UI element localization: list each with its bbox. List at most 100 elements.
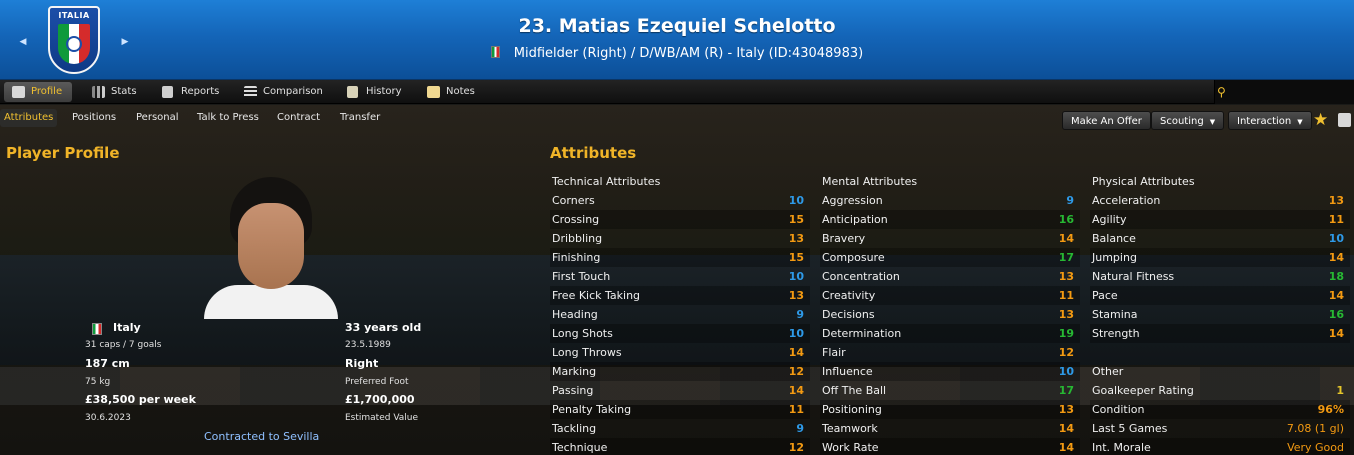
attribute-row[interactable]: Concentration 13 xyxy=(820,267,1080,286)
profile-content: Attributes Positions Personal Talk to Pr… xyxy=(0,105,1354,455)
contracted-club-link[interactable]: Contracted to Sevilla xyxy=(204,430,319,443)
attribute-row[interactable]: Goalkeeper Rating 1 xyxy=(1090,381,1350,400)
attribute-row[interactable]: Pace 14 xyxy=(1090,286,1350,305)
attribute-value: 13 xyxy=(788,289,804,302)
attribute-value: 13 xyxy=(788,232,804,245)
tab-comparison[interactable]: Comparison xyxy=(236,82,323,102)
scouting-dropdown[interactable]: Scouting ▼ xyxy=(1151,111,1225,130)
attribute-name: Stamina xyxy=(1092,308,1138,321)
tab-profile[interactable]: Profile xyxy=(4,82,73,102)
attribute-value: 11 xyxy=(1328,213,1344,226)
height: 187 cm xyxy=(85,357,130,370)
subtab-positions[interactable]: Positions xyxy=(72,109,116,127)
attribute-row[interactable]: Influence 10 xyxy=(820,362,1080,381)
attribute-row[interactable]: Teamwork 14 xyxy=(820,419,1080,438)
attribute-row[interactable]: Penalty Taking 11 xyxy=(550,400,810,419)
technical-attributes-column: Technical Attributes Corners 10 Crossing 15… xyxy=(550,172,810,455)
interaction-dropdown[interactable]: Interaction ▼ xyxy=(1228,111,1312,130)
attribute-row[interactable]: Natural Fitness 18 xyxy=(1090,267,1350,286)
comparison-icon xyxy=(244,86,257,98)
attribute-value: 10 xyxy=(788,270,804,283)
attribute-name: Penalty Taking xyxy=(552,403,632,416)
attribute-row[interactable]: Last 5 Games 7.08 (1 gl) xyxy=(1090,419,1350,438)
subtab-transfer[interactable]: Transfer xyxy=(340,109,380,127)
main-tab-bar: Profile Stats Reports Comparison History… xyxy=(0,80,1354,104)
search-input[interactable]: ⚲ xyxy=(1214,80,1354,104)
attribute-value: 9 xyxy=(796,422,804,435)
notes-icon[interactable] xyxy=(1338,113,1351,127)
reports-document-icon xyxy=(162,86,173,98)
attribute-row[interactable]: Balance 10 xyxy=(1090,229,1350,248)
attribute-row[interactable]: Anticipation 16 xyxy=(820,210,1080,229)
attribute-name: Strength xyxy=(1092,327,1140,340)
attribute-value: 10 xyxy=(788,327,804,340)
tab-label: Comparison xyxy=(263,86,323,97)
attribute-row[interactable]: Aggression 9 xyxy=(820,191,1080,210)
shortlist-star-icon[interactable]: ★ xyxy=(1313,110,1328,130)
attribute-row[interactable]: Positioning 13 xyxy=(820,400,1080,419)
subtab-personal[interactable]: Personal xyxy=(136,109,179,127)
attribute-row[interactable]: Technique 12 xyxy=(550,438,810,455)
attribute-name: Composure xyxy=(822,251,885,264)
player-position-line: Midfielder (Right) / D/WB/AM (R) - Italy… xyxy=(513,46,864,61)
attribute-row[interactable]: Corners 10 xyxy=(550,191,810,210)
attribute-value: 10 xyxy=(1058,365,1074,378)
subtab-talk-to-press[interactable]: Talk to Press xyxy=(197,109,259,127)
attribute-row[interactable]: Composure 17 xyxy=(820,248,1080,267)
attribute-name: Work Rate xyxy=(822,441,879,454)
attribute-name: Last 5 Games xyxy=(1092,422,1168,435)
attribute-row[interactable]: Off The Ball 17 xyxy=(820,381,1080,400)
attribute-name: Marking xyxy=(552,365,597,378)
tab-stats[interactable]: Stats xyxy=(84,82,137,102)
attribute-row[interactable]: First Touch 10 xyxy=(550,267,810,286)
attribute-row[interactable]: Acceleration 13 xyxy=(1090,191,1350,210)
tab-label: Stats xyxy=(111,86,137,97)
attribute-row[interactable]: Determination 19 xyxy=(820,324,1080,343)
attribute-row[interactable]: Decisions 13 xyxy=(820,305,1080,324)
attribute-row[interactable]: Int. Morale Very Good xyxy=(1090,438,1350,455)
attribute-row[interactable]: Free Kick Taking 13 xyxy=(550,286,810,305)
tab-history[interactable]: History xyxy=(339,82,402,102)
attribute-row[interactable]: Tackling 9 xyxy=(550,419,810,438)
attribute-name: Anticipation xyxy=(822,213,888,226)
search-icon: ⚲ xyxy=(1217,85,1226,99)
player-profile-heading: Player Profile xyxy=(6,144,120,162)
attribute-row[interactable]: Long Shots 10 xyxy=(550,324,810,343)
attribute-row[interactable]: Jumping 14 xyxy=(1090,248,1350,267)
tab-notes[interactable]: Notes xyxy=(419,82,475,102)
attribute-value: 14 xyxy=(1328,327,1344,340)
attribute-row[interactable]: Flair 12 xyxy=(820,343,1080,362)
attribute-row[interactable]: Creativity 11 xyxy=(820,286,1080,305)
attribute-row[interactable]: Long Throws 14 xyxy=(550,343,810,362)
attribute-row[interactable]: Stamina 16 xyxy=(1090,305,1350,324)
attribute-row[interactable]: Work Rate 14 xyxy=(820,438,1080,455)
attribute-row[interactable]: Strength 14 xyxy=(1090,324,1350,343)
estimated-value: £1,700,000 xyxy=(345,393,415,406)
subtab-contract[interactable]: Contract xyxy=(277,109,320,127)
wage: £38,500 per week xyxy=(85,393,196,406)
attribute-row[interactable]: Bravery 14 xyxy=(820,229,1080,248)
attribute-name: Positioning xyxy=(822,403,882,416)
attribute-name: Teamwork xyxy=(822,422,878,435)
notes-pad-icon xyxy=(427,86,440,98)
preferred-foot-label: Preferred Foot xyxy=(345,377,409,387)
attribute-name: Goalkeeper Rating xyxy=(1092,384,1194,397)
subtab-attributes[interactable]: Attributes xyxy=(0,109,58,127)
tab-reports[interactable]: Reports xyxy=(154,82,219,102)
nationality[interactable]: Italy xyxy=(113,321,141,334)
attribute-row[interactable]: Dribbling 13 xyxy=(550,229,810,248)
player-photo xyxy=(204,177,338,319)
contract-end-date: 30.6.2023 xyxy=(85,413,131,423)
attribute-row[interactable]: Marking 12 xyxy=(550,362,810,381)
attribute-value: 10 xyxy=(788,194,804,207)
make-offer-button[interactable]: Make An Offer xyxy=(1062,111,1151,130)
sub-tab-bar: Attributes Positions Personal Talk to Pr… xyxy=(0,105,1354,131)
profile-card-icon xyxy=(12,86,25,98)
attribute-row[interactable]: Passing 14 xyxy=(550,381,810,400)
attribute-row[interactable]: Crossing 15 xyxy=(550,210,810,229)
attribute-row[interactable]: Agility 11 xyxy=(1090,210,1350,229)
attribute-row[interactable]: Finishing 15 xyxy=(550,248,810,267)
attribute-row[interactable]: Heading 9 xyxy=(550,305,810,324)
attribute-name: Influence xyxy=(822,365,873,378)
attribute-row[interactable]: Condition 96% xyxy=(1090,400,1350,419)
